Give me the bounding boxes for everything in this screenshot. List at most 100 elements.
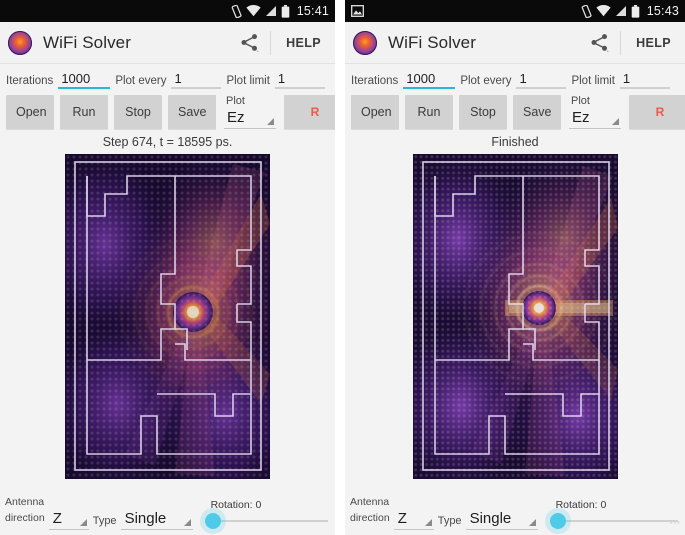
- plot-every-field-group: Plot every: [460, 71, 567, 89]
- wifi-solver-logo-icon: [353, 30, 377, 55]
- rotation-slider-group: Rotation: 0: [542, 499, 680, 530]
- plot-limit-field-group: Plot limit: [571, 71, 670, 89]
- bottom-controls: Antenna direction Z Type Single Rotation…: [0, 493, 335, 535]
- plot-every-field-group: Plot every: [115, 71, 222, 89]
- rotation-label: Rotation: 0: [210, 499, 262, 511]
- antenna-label-line1: Antenna: [350, 496, 390, 508]
- plot-limit-input[interactable]: [619, 71, 670, 89]
- status-bar-clock: 15:41: [296, 4, 329, 18]
- simulation-canvas[interactable]: [412, 154, 618, 479]
- antenna-label-line1: Antenna: [5, 496, 45, 508]
- simulation-canvas-wrap: [0, 154, 335, 479]
- rotation-slider-group: Rotation: 0: [197, 499, 330, 530]
- slider-rail: [204, 520, 328, 522]
- appbar-divider: [620, 30, 622, 55]
- plot-spinner-label: Plot: [226, 95, 245, 107]
- plot-spinner[interactable]: Plot Ez: [222, 95, 278, 129]
- type-value: Single: [469, 510, 512, 527]
- rotation-slider[interactable]: [548, 512, 680, 530]
- app-title: WiFi Solver: [388, 32, 476, 52]
- help-button[interactable]: HELP: [630, 33, 677, 53]
- type-spinner[interactable]: Single: [465, 509, 538, 530]
- antenna-direction-label: Antenna direction: [350, 496, 390, 530]
- vibrate-icon: [231, 4, 242, 18]
- plot-spinner-label: Plot: [571, 95, 590, 107]
- iterations-input[interactable]: [58, 71, 111, 89]
- status-bar: 15:43: [345, 0, 685, 22]
- plot-limit-label: Plot limit: [571, 75, 615, 87]
- open-button[interactable]: Open: [6, 95, 54, 129]
- app-bar: WiFi Solver HELP: [345, 22, 685, 64]
- iterations-field-group: Iterations: [6, 71, 111, 89]
- type-value: Single: [124, 510, 167, 527]
- antenna-direction-value: Z: [397, 510, 407, 527]
- simulation-canvas-wrap: [345, 154, 685, 479]
- plot-spinner-value: Ez: [572, 109, 590, 126]
- simulation-canvas[interactable]: [65, 154, 270, 479]
- slider-thumb[interactable]: [549, 513, 566, 529]
- stop-button[interactable]: Stop: [459, 95, 507, 129]
- antenna-label-line2: direction: [5, 512, 45, 524]
- plot-spinner[interactable]: Plot Ez: [567, 95, 623, 129]
- slider-thumb[interactable]: [204, 513, 221, 529]
- status-bar-system-icons: 15:41: [231, 4, 329, 18]
- floor-plan-overlay: [74, 161, 262, 471]
- status-bar-clock: 15:43: [646, 4, 679, 18]
- app-bar: WiFi Solver HELP: [0, 22, 335, 64]
- app-title: WiFi Solver: [43, 32, 131, 52]
- parameters-row: Iterations Plot every Plot limit: [345, 64, 685, 92]
- reset-button[interactable]: R: [629, 95, 685, 129]
- antenna-direction-label: Antenna direction: [5, 496, 45, 530]
- run-button[interactable]: Run: [405, 95, 453, 129]
- watermark: ▪▪▪: [669, 518, 681, 527]
- phone-screenshot-right: 15:43 WiFi Solver HELP Iterations 1000 P…: [345, 0, 685, 535]
- share-icon: [241, 34, 259, 52]
- help-button[interactable]: HELP: [280, 33, 327, 53]
- reset-button[interactable]: R: [284, 95, 335, 129]
- iterations-field-group: Iterations: [351, 71, 456, 89]
- stop-button[interactable]: Stop: [114, 95, 162, 129]
- plot-limit-field-group: Plot limit: [226, 71, 325, 89]
- type-label: Type: [437, 515, 462, 527]
- signal-icon: [265, 6, 276, 16]
- wifi-icon: [596, 5, 611, 17]
- chevron-down-icon: [424, 519, 432, 526]
- simulation-status-text: Finished: [491, 135, 539, 149]
- simulation-status-text: Step 674, t = 18595 ps.: [102, 135, 233, 149]
- iterations-input[interactable]: [403, 71, 456, 89]
- type-spinner[interactable]: Single: [120, 509, 193, 530]
- share-button[interactable]: [235, 29, 263, 57]
- bottom-controls: Antenna direction Z Type Single Rotation…: [345, 493, 685, 535]
- iterations-label: Iterations: [351, 75, 399, 87]
- screenshot-image-icon: [351, 5, 364, 17]
- slider-rail: [549, 520, 678, 522]
- plot-limit-label: Plot limit: [226, 75, 270, 87]
- chevron-down-icon: [528, 519, 536, 526]
- phone-screenshot-left: 15:41 WiFi Solver HELP Iterations 1000 P…: [0, 0, 335, 535]
- plot-limit-input[interactable]: [274, 71, 325, 89]
- plot-every-input[interactable]: [516, 71, 567, 89]
- share-button[interactable]: [585, 29, 613, 57]
- plot-every-label: Plot every: [460, 75, 512, 87]
- floor-plan-overlay: [421, 161, 610, 471]
- signal-icon: [615, 6, 626, 16]
- antenna-direction-spinner[interactable]: Z: [48, 509, 89, 530]
- rotation-label: Rotation: 0: [555, 499, 607, 511]
- wifi-icon: [246, 5, 261, 17]
- antenna-label-line2: direction: [350, 512, 390, 524]
- rotation-slider[interactable]: [203, 512, 330, 530]
- open-button[interactable]: Open: [351, 95, 399, 129]
- iterations-label: Iterations: [6, 75, 54, 87]
- antenna-direction-spinner[interactable]: Z: [393, 509, 434, 530]
- battery-icon: [631, 4, 640, 18]
- plot-every-input[interactable]: [171, 71, 222, 89]
- run-button[interactable]: Run: [60, 95, 108, 129]
- save-button[interactable]: Save: [513, 95, 561, 129]
- plot-spinner-value-box[interactable]: Ez: [569, 108, 621, 129]
- save-button[interactable]: Save: [168, 95, 216, 129]
- share-icon: [591, 34, 609, 52]
- action-buttons-row: Open Run Stop Save Plot Ez R: [345, 92, 685, 129]
- parameters-row: Iterations Plot every Plot limit: [0, 64, 335, 92]
- dual-screenshot-comparison: 15:41 WiFi Solver HELP Iterations 1000 P…: [0, 0, 685, 535]
- plot-spinner-value-box[interactable]: Ez: [224, 108, 276, 129]
